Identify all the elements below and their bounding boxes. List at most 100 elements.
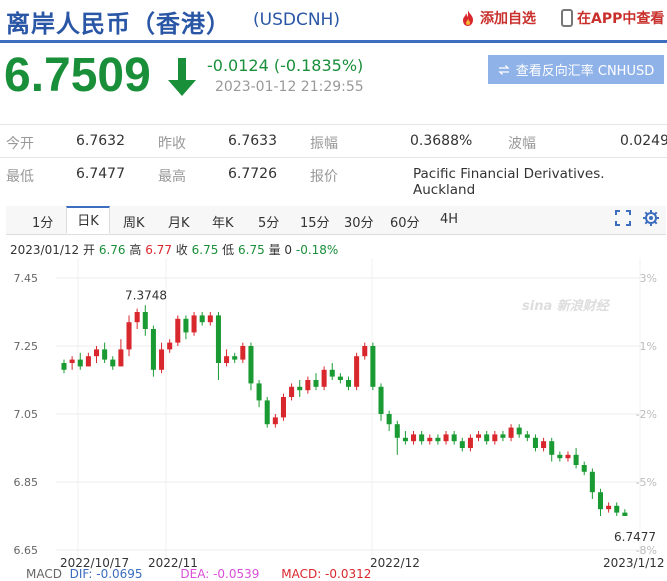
candle-body <box>337 376 343 380</box>
kline-pct: -0.18% <box>295 243 339 257</box>
candle-body <box>159 349 165 370</box>
tab-5min[interactable]: 5分 <box>258 212 279 231</box>
candle-body <box>451 434 457 442</box>
tab-30min[interactable]: 30分 <box>344 212 374 231</box>
candle-body <box>102 349 108 360</box>
stats-row-1: 今开 6.7632 昨收 6.7633 振幅 0.3688% 波幅 0.0249 <box>0 124 667 158</box>
candle-body <box>313 380 319 387</box>
max-annotation: 7.3748 <box>125 289 167 303</box>
y-tick-label: 7.25 <box>14 340 39 353</box>
candle-body <box>142 312 148 329</box>
tab-daily-k[interactable]: 日K <box>66 206 110 234</box>
right-tick-label: -2% <box>636 408 657 421</box>
quote-timestamp: 2023-01-12 21:29:55 <box>215 79 364 95</box>
tab-60min[interactable]: 60分 <box>390 212 420 231</box>
candle-body <box>183 318 189 333</box>
candle-body <box>199 315 205 323</box>
candle-body <box>394 424 400 438</box>
kline-close-label: 收 <box>175 243 188 257</box>
stat-label: 最低 <box>6 169 34 185</box>
current-price: 6.7509 <box>4 49 151 102</box>
stat-value-open: 6.7632 <box>76 133 125 149</box>
candle-body <box>305 380 311 391</box>
stat-label: 昨收 <box>158 136 186 152</box>
period-tabs: 1分 日K 周K 月K 年K 5分 15分 30分 60分 4H <box>6 206 666 235</box>
candle-body <box>516 427 522 435</box>
x-tick-label: 2022/12 <box>370 556 420 570</box>
fullscreen-icon[interactable] <box>615 210 631 226</box>
candle-body <box>256 383 262 401</box>
x-tick-label: 2023/1/12 <box>603 556 665 570</box>
candle-body <box>476 434 482 438</box>
candle-body <box>215 315 221 363</box>
tab-1min[interactable]: 1分 <box>32 212 53 231</box>
candle-body <box>118 349 124 367</box>
reverse-rate-button[interactable]: 查看反向汇率 CNHUSD <box>488 55 664 84</box>
candle-body <box>77 359 83 367</box>
gear-icon[interactable] <box>643 210 659 226</box>
candle-body <box>191 315 197 333</box>
candle-body <box>606 505 612 510</box>
reverse-rate-label: 查看反向汇率 CNHUSD <box>515 64 655 79</box>
candle-body <box>541 441 547 448</box>
candle-body <box>134 312 140 323</box>
candle-body <box>378 386 384 414</box>
candle-body <box>435 437 441 442</box>
page-title: 离岸人民币（香港） <box>6 10 231 38</box>
candle-body <box>402 437 408 442</box>
tab-yearly-k[interactable]: 年K <box>212 212 234 231</box>
candle-body <box>427 437 433 442</box>
add-watchlist-label: 添加自选 <box>480 11 536 27</box>
stat-label: 波幅 <box>508 136 536 152</box>
swap-icon <box>498 64 510 75</box>
candle-body <box>532 437 538 448</box>
right-tick-label: 1% <box>640 340 657 353</box>
candle-body <box>508 427 514 438</box>
candle-body <box>484 434 490 442</box>
kline-low: 6.75 <box>238 243 265 257</box>
kline-volume: 0 <box>284 243 293 257</box>
candle-body <box>248 346 254 384</box>
candle-body <box>411 434 417 442</box>
tab-4h[interactable]: 4H <box>440 212 458 227</box>
candlestick-chart[interactable]: 7.45 3%7.25 1%7.05 -2%6.85 -5%6.65 -8%sina 新浪… <box>0 258 667 580</box>
candle-body <box>443 434 449 442</box>
macd-bar: MACD DIF: -0.0695 DEA: -0.0539 MACD: -0.… <box>26 567 372 581</box>
view-in-app-button[interactable]: 在APP中查看 <box>561 8 664 28</box>
right-tick-label: 3% <box>640 272 657 285</box>
candle-body <box>386 414 392 425</box>
candle-body <box>467 437 473 448</box>
candle-body <box>492 434 498 442</box>
candle-body <box>126 322 132 350</box>
kline-close: 6.75 <box>191 243 219 257</box>
stat-label: 今开 <box>6 136 34 152</box>
right-tick-label: -5% <box>636 476 657 489</box>
kline-open-label: 开 <box>83 243 96 257</box>
candle-body <box>232 356 238 360</box>
phone-icon <box>561 9 573 27</box>
tab-15min[interactable]: 15分 <box>300 212 330 231</box>
stat-label: 最高 <box>158 169 186 185</box>
candle-body <box>280 397 286 418</box>
kline-vol-label: 量 <box>268 243 281 257</box>
candle-body <box>329 369 335 377</box>
candle-body <box>354 356 360 387</box>
y-tick-label: 7.05 <box>14 408 39 421</box>
stat-value-volatility: 0.0249 <box>620 133 667 149</box>
candle-body <box>524 434 530 438</box>
symbol-code: (USDCNH) <box>253 10 340 30</box>
y-tick-label: 6.65 <box>14 544 39 557</box>
add-watchlist-button[interactable]: 添加自选 <box>460 8 536 28</box>
tab-weekly-k[interactable]: 周K <box>123 212 145 231</box>
candle-body <box>224 356 230 363</box>
candle-body <box>61 363 67 370</box>
candle-body <box>549 441 555 455</box>
candle-body <box>581 465 587 472</box>
candle-body <box>597 492 604 510</box>
tab-monthly-k[interactable]: 月K <box>168 212 190 231</box>
kline-open: 6.76 <box>98 243 126 257</box>
candle-body <box>362 346 368 357</box>
candle-body <box>110 359 116 367</box>
candle-body <box>167 342 173 350</box>
stat-label: 振幅 <box>310 136 338 152</box>
